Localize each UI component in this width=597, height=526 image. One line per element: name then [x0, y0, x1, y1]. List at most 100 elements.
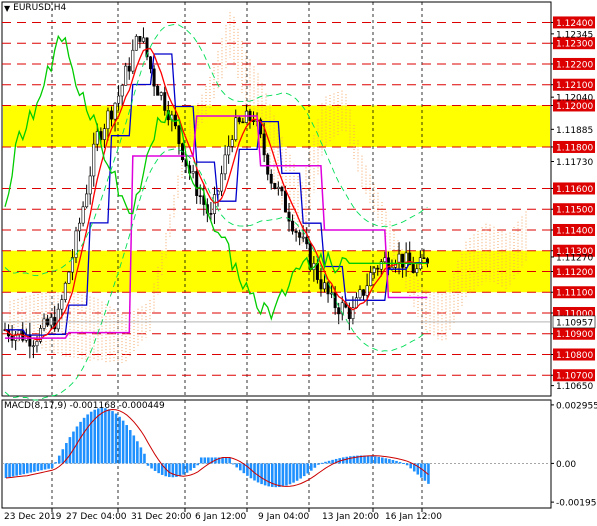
macd-bar [377, 456, 381, 464]
macd-bar [299, 463, 302, 479]
macd-bar [79, 421, 82, 464]
macd-bar [295, 463, 299, 481]
candle-body [322, 282, 326, 290]
candle [67, 270, 71, 284]
candle-body [117, 95, 121, 104]
candle-body [195, 171, 199, 196]
macd-bar [228, 457, 231, 464]
candle-body [78, 222, 82, 232]
candle-body [28, 334, 32, 347]
macd-bar [114, 413, 118, 464]
macd-bar [199, 457, 203, 464]
macd-bar [405, 463, 409, 466]
price-axis: 1.124001.123001.122001.121001.120001.118… [551, 16, 596, 392]
macd-bar [324, 461, 327, 464]
candle-body [358, 289, 362, 299]
candle-body [152, 68, 156, 87]
macd-bar [128, 430, 132, 464]
candle-body [333, 292, 337, 309]
axis-tick-label: 1.12345 [556, 30, 593, 40]
candle-body [223, 154, 227, 175]
macd-bar [82, 417, 86, 464]
trading-chart[interactable]: 1.124001.123001.122001.121001.120001.118… [0, 0, 597, 526]
macd-bar [107, 409, 111, 464]
candle [124, 62, 128, 86]
level-label: 1.11400 [556, 226, 593, 236]
macd-bar [11, 463, 15, 477]
macd-bar [185, 463, 189, 473]
level-label: 1.11200 [556, 268, 593, 278]
macd-bar [171, 463, 175, 478]
macd-bar [317, 463, 320, 465]
macd-bar [15, 463, 18, 476]
candle-body [269, 173, 273, 184]
level-label: 1.12400 [556, 19, 593, 29]
candle-body [241, 121, 245, 124]
macd-axis-label: 0.002955 [556, 401, 597, 411]
macd-bar [4, 463, 8, 478]
macd-bar [143, 453, 146, 464]
macd-bar [86, 414, 89, 464]
candle-body [113, 102, 117, 120]
symbol-label: EURUSD,H4 [13, 3, 67, 13]
macd-bar [104, 408, 107, 464]
current-price-label: 1.10957 [556, 318, 593, 328]
candle-body [401, 253, 405, 268]
candle-body [291, 220, 295, 232]
macd-bar [320, 462, 324, 464]
macd-bar [189, 463, 192, 471]
candle-body [369, 272, 373, 287]
candle-body [56, 308, 60, 330]
candle-body [422, 257, 426, 260]
triangle-down-icon[interactable]: ▼ [4, 4, 10, 13]
candle-body [273, 182, 277, 189]
macd-bar [118, 416, 121, 464]
macd-bar [370, 455, 373, 464]
macd-bar [178, 463, 182, 477]
level-label: 1.12300 [556, 40, 593, 50]
macd-bar [139, 447, 143, 464]
candle-body [31, 345, 35, 348]
macd-bar [207, 457, 210, 464]
macd-bar [221, 457, 224, 464]
macd-bar [157, 463, 160, 474]
candle-body [294, 230, 298, 233]
macd-bar [274, 463, 278, 488]
macd-bar [391, 459, 395, 464]
macd-bar [121, 420, 125, 464]
candle-body [376, 267, 380, 270]
macd-bar [224, 457, 228, 464]
time-axis-label: 6 Jan 12:00 [195, 512, 247, 522]
macd-bar [61, 449, 65, 464]
price-pane [1, 1, 552, 397]
macd-bar [263, 463, 267, 486]
macd-bar [373, 456, 377, 464]
candle-body [212, 194, 216, 214]
candle-body [287, 211, 291, 222]
macd-bar [420, 463, 423, 478]
macd-bar [146, 463, 150, 466]
candle-body [347, 306, 351, 319]
candle-body [177, 125, 181, 144]
candle-body [156, 85, 160, 96]
macd-bar [57, 455, 61, 464]
macd-bar [281, 463, 285, 487]
time-axis-label: 16 Jan 12:00 [385, 512, 442, 522]
candle-body [131, 49, 135, 72]
chart-symbol-header[interactable]: ▼ EURUSD,H4 [0, 0, 66, 16]
candle-body [301, 236, 305, 239]
candle-body [127, 65, 131, 72]
candle [134, 34, 138, 51]
candle-body [85, 193, 89, 208]
candle-body [134, 36, 138, 51]
macd-indicator-label: MACD(8,17,9) -0.001168 -0.000449 [4, 401, 165, 411]
macd-bar [331, 459, 334, 464]
candle-body [110, 110, 114, 120]
macd-bar [349, 456, 352, 464]
candle-body [220, 173, 224, 192]
macd-bar [26, 463, 29, 474]
axis-tick-label: 1.11885 [556, 126, 593, 136]
macd-bar [231, 463, 235, 465]
level-label: 1.11500 [556, 206, 593, 216]
candle-body [298, 232, 302, 238]
